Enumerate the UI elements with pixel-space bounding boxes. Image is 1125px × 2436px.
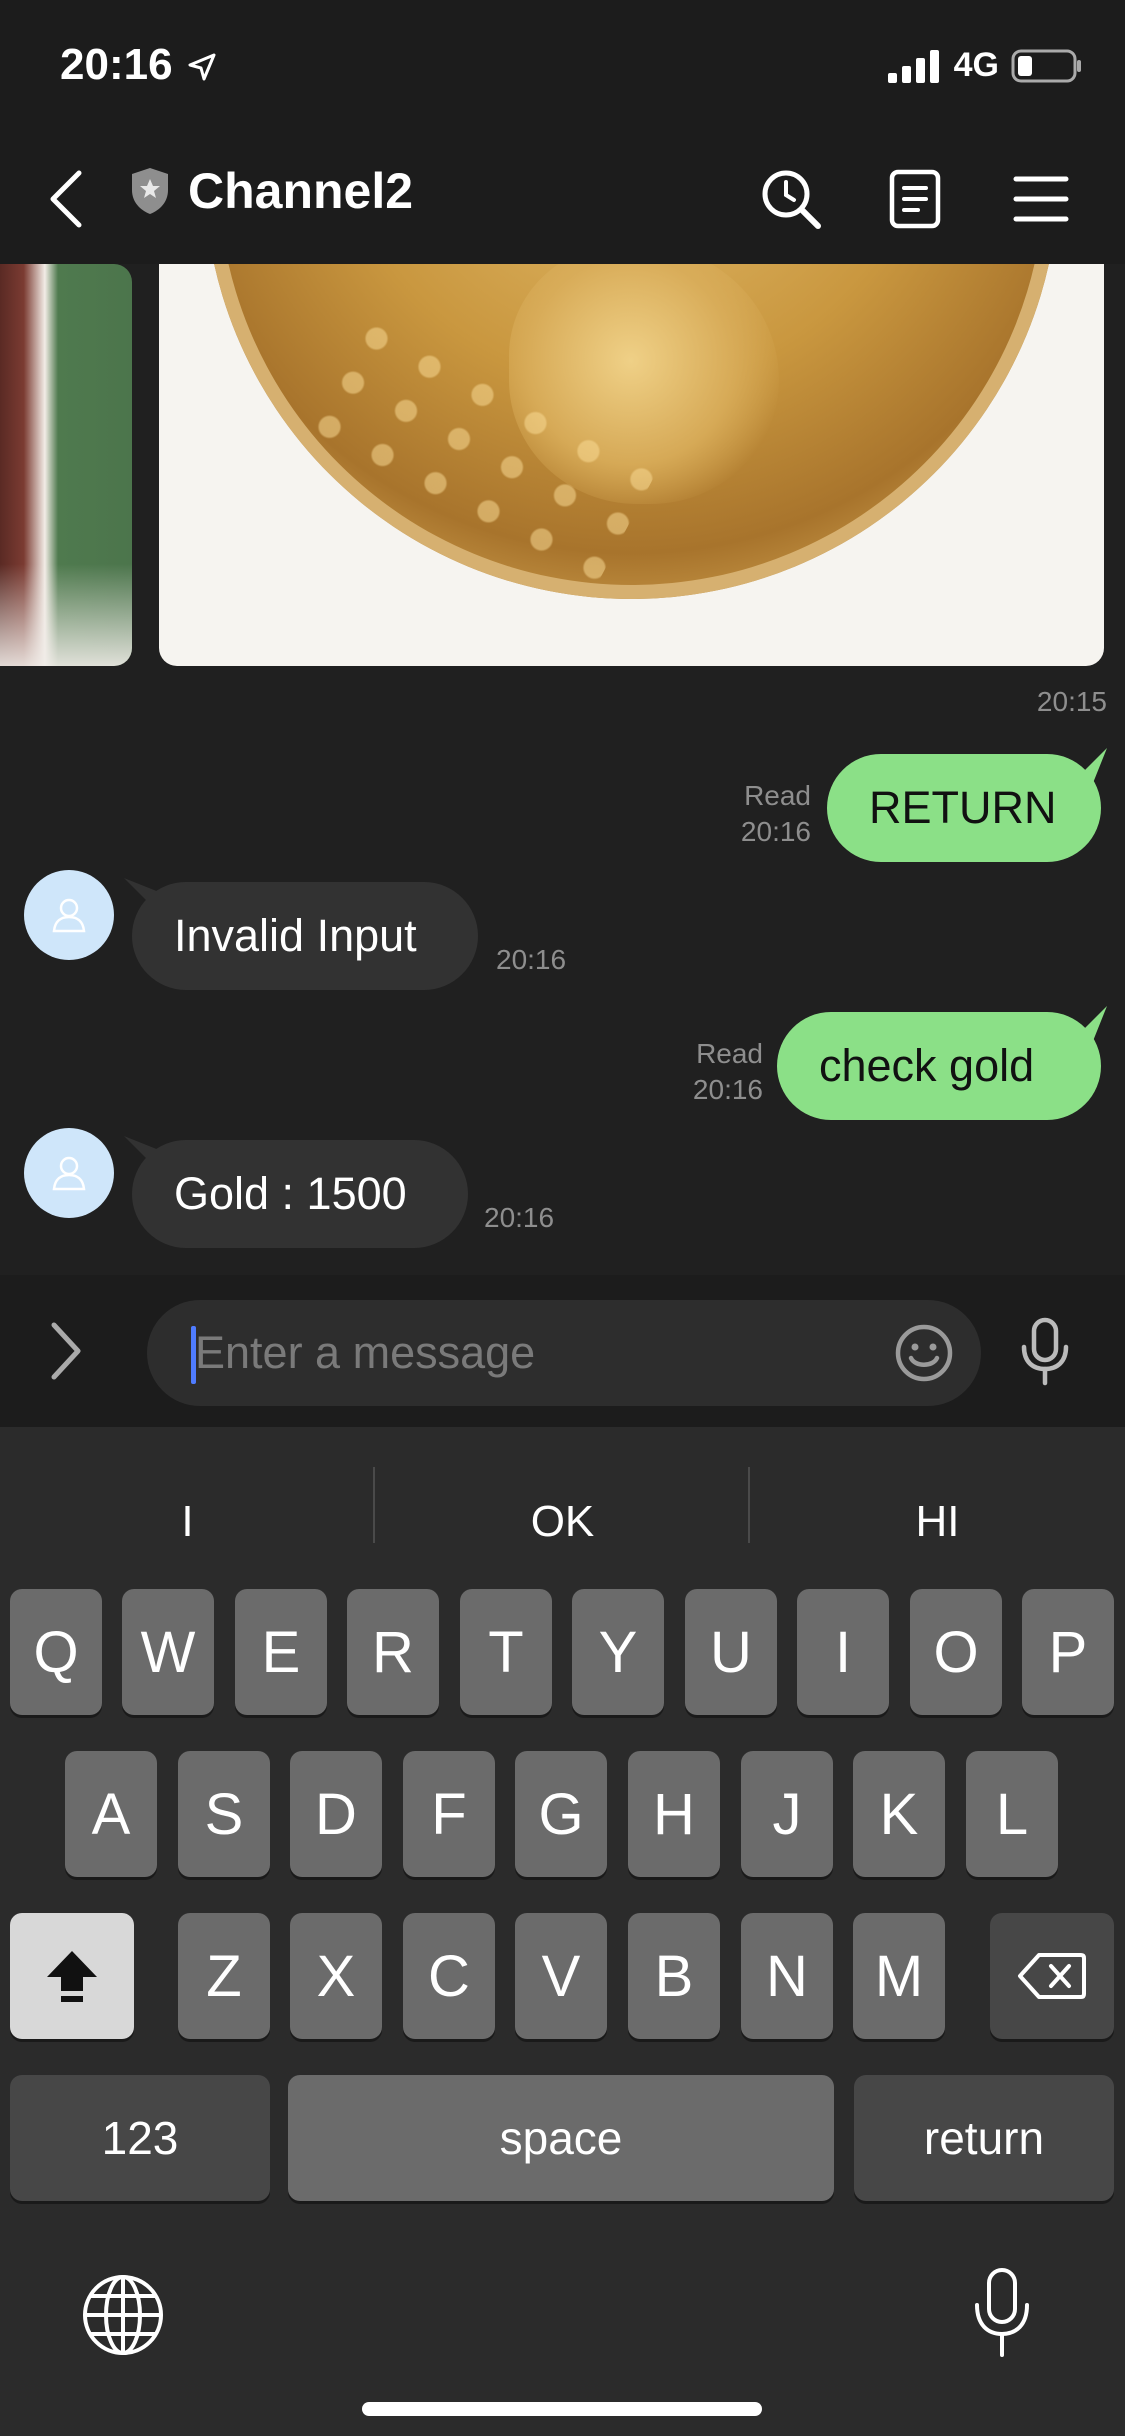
- message-time: 20:16: [484, 1202, 555, 1233]
- voice-input-button[interactable]: [1018, 1317, 1072, 1392]
- message-text: check gold: [819, 1040, 1035, 1091]
- received-message-bubble[interactable]: Invalid Input: [132, 882, 478, 990]
- smiley-icon: [895, 1324, 953, 1382]
- key-h[interactable]: H: [628, 1751, 720, 1877]
- microphone-icon: [975, 2268, 1029, 2357]
- message-time: 20:16: [496, 944, 567, 975]
- key-z[interactable]: Z: [178, 1913, 270, 2039]
- key-g[interactable]: G: [515, 1751, 607, 1877]
- chat-title[interactable]: Channel2: [128, 162, 413, 220]
- microphone-icon: [1021, 1317, 1069, 1386]
- message-field[interactable]: [147, 1300, 981, 1406]
- search-icon: [762, 170, 821, 229]
- signal-bars-icon: [887, 49, 939, 83]
- key-e[interactable]: E: [235, 1589, 327, 1715]
- read-receipt: Read 20:16: [693, 1036, 763, 1108]
- return-key[interactable]: return: [854, 2075, 1114, 2201]
- chevron-left-icon: [50, 170, 82, 228]
- home-indicator[interactable]: [362, 2402, 762, 2416]
- read-status: Read: [744, 780, 811, 811]
- key-p[interactable]: P: [1022, 1589, 1114, 1715]
- key-b[interactable]: B: [628, 1913, 720, 2039]
- key-c[interactable]: C: [403, 1913, 495, 2039]
- chat-header: 20:16 4G Channel2: [0, 0, 1125, 264]
- message-time: 20:16: [692, 1074, 763, 1105]
- message-text: RETURN: [869, 782, 1057, 833]
- key-y[interactable]: Y: [572, 1589, 664, 1715]
- previous-image-thumbnail[interactable]: [0, 264, 132, 666]
- key-j[interactable]: J: [741, 1751, 833, 1877]
- sent-message-bubble[interactable]: RETURN: [827, 754, 1101, 862]
- shift-key[interactable]: [10, 1913, 134, 2039]
- back-button[interactable]: [30, 164, 100, 234]
- key-w[interactable]: W: [122, 1589, 214, 1715]
- received-message-bubble[interactable]: Gold : 1500: [132, 1140, 468, 1248]
- numbers-key[interactable]: 123: [10, 2075, 270, 2201]
- read-status: Read: [696, 1038, 763, 1069]
- search-button[interactable]: [756, 164, 826, 234]
- key-f[interactable]: F: [403, 1751, 495, 1877]
- location-arrow-icon: [188, 53, 216, 81]
- backspace-icon: [1018, 1953, 1086, 1999]
- suggestion-1[interactable]: I: [0, 1467, 375, 1577]
- globe-icon: [83, 2275, 163, 2355]
- key-m[interactable]: M: [853, 1913, 945, 2039]
- bot-avatar[interactable]: [24, 1128, 114, 1218]
- emoji-button[interactable]: [893, 1322, 955, 1389]
- user-icon: [52, 1156, 86, 1191]
- key-k[interactable]: K: [853, 1751, 945, 1877]
- message-time: 20:16: [740, 816, 811, 847]
- text-cursor: [191, 1326, 196, 1384]
- message-input[interactable]: [195, 1327, 835, 1379]
- network-type: 4G: [953, 46, 999, 84]
- message-text: Gold : 1500: [174, 1168, 407, 1219]
- suggestion-3[interactable]: HI: [750, 1467, 1125, 1577]
- expand-button[interactable]: [46, 1319, 86, 1388]
- hamburger-menu-icon: [1013, 176, 1069, 222]
- key-r[interactable]: R: [347, 1589, 439, 1715]
- globe-button[interactable]: [80, 2272, 166, 2363]
- key-l[interactable]: L: [966, 1751, 1058, 1877]
- key-i[interactable]: I: [797, 1589, 889, 1715]
- message-input-bar: [0, 1275, 1125, 1427]
- key-o[interactable]: O: [910, 1589, 1002, 1715]
- backspace-key[interactable]: [990, 1913, 1114, 2039]
- read-receipt: Read 20:16: [741, 778, 811, 850]
- channel-name: Channel2: [188, 163, 414, 219]
- battery-icon: [1011, 49, 1081, 82]
- key-s[interactable]: S: [178, 1751, 270, 1877]
- menu-button[interactable]: [1006, 164, 1076, 234]
- chevron-right-icon: [51, 1322, 81, 1380]
- bot-avatar[interactable]: [24, 870, 114, 960]
- coin-image[interactable]: coin: [159, 264, 1104, 666]
- key-u[interactable]: U: [685, 1589, 777, 1715]
- key-a[interactable]: A: [65, 1751, 157, 1877]
- key-x[interactable]: X: [290, 1913, 382, 2039]
- image-timestamp: 20:15: [1036, 686, 1107, 717]
- sent-message-bubble[interactable]: check gold: [777, 1012, 1101, 1120]
- status-bar-time: 20:16: [60, 40, 219, 90]
- document-icon: [889, 169, 941, 229]
- key-q[interactable]: Q: [10, 1589, 102, 1715]
- notes-button[interactable]: [880, 164, 950, 234]
- dictation-button[interactable]: [972, 2267, 1032, 2364]
- space-key[interactable]: space: [288, 2075, 834, 2201]
- key-n[interactable]: N: [741, 1913, 833, 2039]
- status-bar-indicators: 4G: [886, 46, 1083, 85]
- suggestion-2[interactable]: OK: [375, 1467, 750, 1577]
- key-d[interactable]: D: [290, 1751, 382, 1877]
- message-text: Invalid Input: [174, 910, 417, 961]
- keyboard: I OK HI Q W E R T Y U I O P A S D F G H …: [0, 1427, 1125, 2436]
- key-v[interactable]: V: [515, 1913, 607, 2039]
- user-icon: [52, 898, 86, 933]
- shift-arrow-icon: [47, 1951, 97, 2002]
- verified-shield-icon: [132, 168, 168, 214]
- key-t[interactable]: T: [460, 1589, 552, 1715]
